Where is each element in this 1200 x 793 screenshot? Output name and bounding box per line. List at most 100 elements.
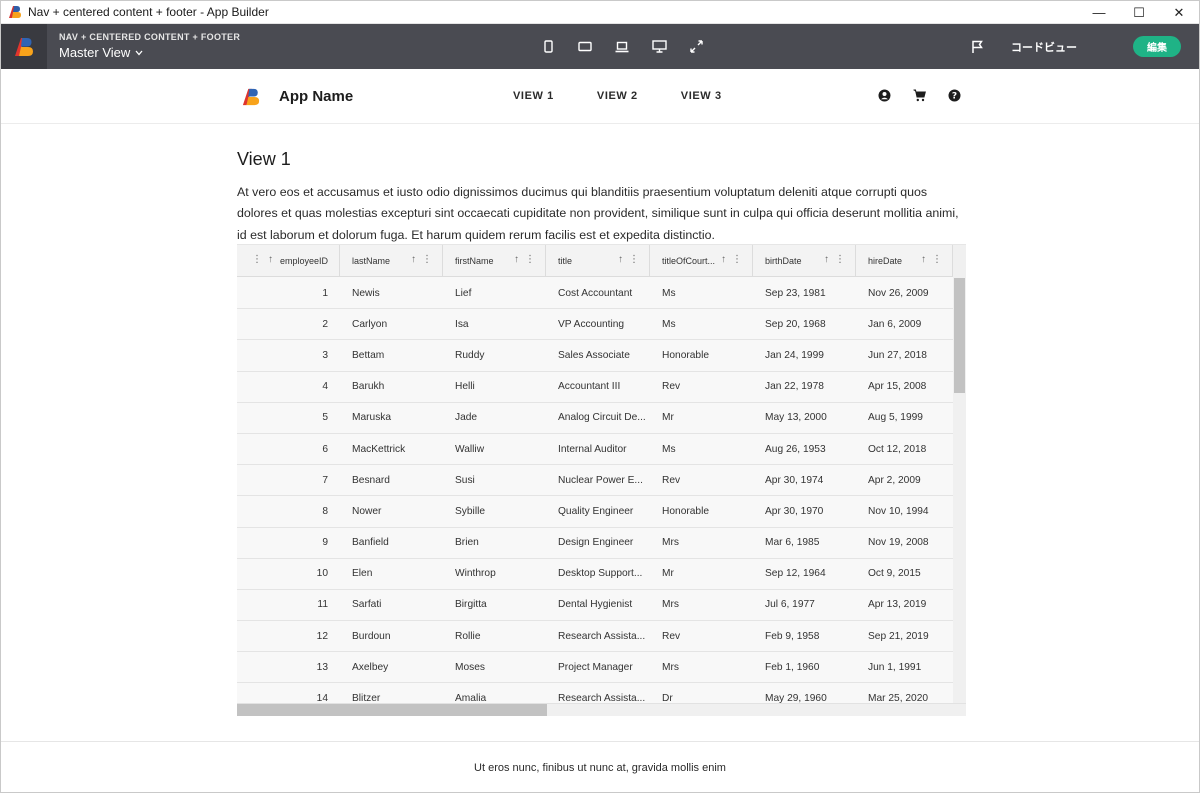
table-cell[interactable]: MacKettrick [340, 434, 443, 464]
table-cell[interactable]: Analog Circuit De... [546, 403, 650, 433]
table-cell[interactable]: Project Manager [546, 652, 650, 682]
table-cell[interactable]: 7 [237, 465, 340, 495]
table-cell[interactable]: May 13, 2000 [753, 403, 856, 433]
table-cell[interactable]: Burdoun [340, 621, 443, 651]
table-cell[interactable]: Apr 2, 2009 [856, 465, 953, 495]
table-cell[interactable]: Apr 30, 1974 [753, 465, 856, 495]
table-cell[interactable]: Jan 24, 1999 [753, 340, 856, 370]
table-cell[interactable]: 10 [237, 559, 340, 589]
account-icon[interactable] [877, 88, 892, 103]
table-cell[interactable]: 8 [237, 496, 340, 526]
table-cell[interactable]: Axelbey [340, 652, 443, 682]
table-cell[interactable]: May 29, 1960 [753, 683, 856, 703]
table-row[interactable]: 12 Burdoun Rollie Research Assista... Rev Feb… [237, 621, 953, 653]
table-cell[interactable]: 6 [237, 434, 340, 464]
table-cell[interactable]: Amalia [443, 683, 546, 703]
table-cell[interactable]: Jun 1, 1991 [856, 652, 953, 682]
tablet-icon[interactable] [576, 38, 594, 56]
table-cell[interactable]: Dental Hygienist [546, 590, 650, 620]
phone-icon[interactable] [539, 38, 557, 56]
table-cell[interactable]: Oct 9, 2015 [856, 559, 953, 589]
sort-arrow-icon[interactable]: ↑ [824, 254, 829, 265]
table-cell[interactable]: 9 [237, 528, 340, 558]
vertical-scroll-thumb[interactable] [954, 278, 965, 393]
table-cell[interactable]: Ms [650, 309, 753, 339]
table-row[interactable]: 9 Banfield Brien Design Engineer Mrs Mar 6, 1… [237, 528, 953, 559]
table-cell[interactable]: Jade [443, 403, 546, 433]
table-cell[interactable]: Besnard [340, 465, 443, 495]
nav-link-view-1[interactable]: VIEW 1 [513, 90, 554, 102]
table-cell[interactable]: Research Assista... [546, 621, 650, 651]
column-header[interactable]: firstName ↑ ⋮ [443, 245, 546, 277]
table-cell[interactable]: Rev [650, 621, 753, 651]
minimize-button[interactable]: — [1079, 1, 1119, 24]
table-row[interactable]: 2 Carlyon Isa VP Accounting Ms Sep 20, 1968 Ja… [237, 309, 953, 341]
sort-arrow-icon[interactable]: ↑ [411, 254, 416, 265]
table-cell[interactable]: Nower [340, 496, 443, 526]
table-cell[interactable]: Apr 15, 2008 [856, 372, 953, 402]
column-menu-icon[interactable]: ⋮ [629, 254, 639, 265]
table-cell[interactable]: Honorable [650, 340, 753, 370]
table-cell[interactable]: 12 [237, 621, 340, 651]
table-row[interactable]: 6 MacKettrick Walliw Internal Auditor Ms Aug … [237, 434, 953, 466]
table-cell[interactable]: Apr 30, 1970 [753, 496, 856, 526]
column-menu-icon[interactable]: ⋮ [525, 254, 535, 265]
table-cell[interactable]: Maruska [340, 403, 443, 433]
table-cell[interactable]: Ms [650, 434, 753, 464]
table-row[interactable]: 7 Besnard Susi Nuclear Power E... Rev Apr 30,… [237, 465, 953, 497]
close-button[interactable]: ✕ [1159, 1, 1199, 24]
column-menu-icon[interactable]: ⋮ [732, 254, 742, 265]
column-menu-icon[interactable]: ⋮ [252, 254, 262, 265]
table-cell[interactable]: Brien [443, 528, 546, 558]
table-cell[interactable]: Research Assista... [546, 683, 650, 703]
table-cell[interactable]: Winthrop [443, 559, 546, 589]
table-cell[interactable]: Jun 27, 2018 [856, 340, 953, 370]
table-cell[interactable]: Sarfati [340, 590, 443, 620]
table-cell[interactable]: 5 [237, 403, 340, 433]
table-cell[interactable]: Isa [443, 309, 546, 339]
table-row[interactable]: 11 Sarfati Birgitta Dental Hygienist Mrs Jul … [237, 590, 953, 622]
table-cell[interactable]: Barukh [340, 372, 443, 402]
table-cell[interactable]: Oct 12, 2018 [856, 434, 953, 464]
edit-button[interactable]: 編集 [1133, 36, 1181, 57]
table-cell[interactable]: Sep 20, 1968 [753, 309, 856, 339]
table-cell[interactable]: Jul 6, 1977 [753, 590, 856, 620]
horizontal-scroll-thumb[interactable] [237, 704, 547, 716]
table-row[interactable]: 1 Newis Lief Cost Accountant Ms Sep 23, 1981 N… [237, 278, 953, 310]
help-icon[interactable]: ? [947, 88, 962, 103]
table-cell[interactable]: Internal Auditor [546, 434, 650, 464]
table-cell[interactable]: Aug 26, 1953 [753, 434, 856, 464]
table-cell[interactable]: Rollie [443, 621, 546, 651]
table-cell[interactable]: 14 [237, 683, 340, 703]
table-cell[interactable]: Bettam [340, 340, 443, 370]
table-cell[interactable]: Mrs [650, 590, 753, 620]
table-cell[interactable]: Sybille [443, 496, 546, 526]
table-cell[interactable]: Mar 25, 2020 [856, 683, 953, 703]
table-cell[interactable]: Mr [650, 559, 753, 589]
column-header[interactable]: title ↑ ⋮ [546, 245, 650, 277]
table-cell[interactable]: Sep 23, 1981 [753, 278, 856, 308]
table-cell[interactable]: Rev [650, 372, 753, 402]
table-cell[interactable]: Ruddy [443, 340, 546, 370]
table-cell[interactable]: 2 [237, 309, 340, 339]
table-cell[interactable]: Banfield [340, 528, 443, 558]
table-cell[interactable]: Cost Accountant [546, 278, 650, 308]
table-cell[interactable]: Feb 9, 1958 [753, 621, 856, 651]
sort-arrow-icon[interactable]: ↑ [268, 254, 273, 265]
sort-arrow-icon[interactable]: ↑ [514, 254, 519, 265]
table-cell[interactable]: Dr [650, 683, 753, 703]
table-cell[interactable]: 4 [237, 372, 340, 402]
cart-icon[interactable] [912, 88, 927, 103]
table-cell[interactable]: Rev [650, 465, 753, 495]
sort-arrow-icon[interactable]: ↑ [921, 254, 926, 265]
sort-arrow-icon[interactable]: ↑ [721, 254, 726, 265]
table-cell[interactable]: Mrs [650, 528, 753, 558]
table-cell[interactable]: 11 [237, 590, 340, 620]
column-header[interactable]: birthDate ↑ ⋮ [753, 245, 856, 277]
table-cell[interactable]: Jan 22, 1978 [753, 372, 856, 402]
table-cell[interactable]: Mr [650, 403, 753, 433]
table-row[interactable]: 10 Elen Winthrop Desktop Support... Mr Sep 12… [237, 559, 953, 590]
table-cell[interactable]: Elen [340, 559, 443, 589]
table-cell[interactable]: Accountant III [546, 372, 650, 402]
table-cell[interactable]: Sep 12, 1964 [753, 559, 856, 589]
